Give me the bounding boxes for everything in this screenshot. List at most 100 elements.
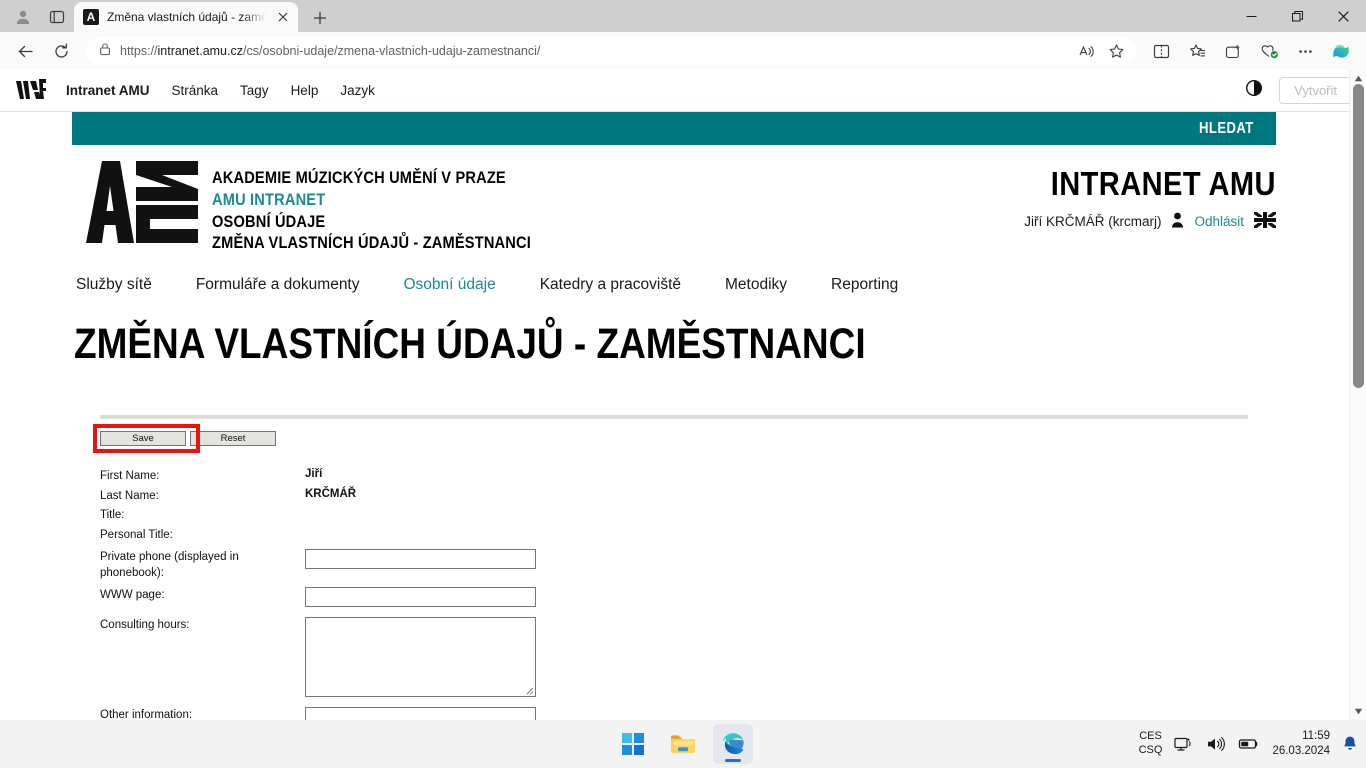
header-right: INTRANET AMU Jiří KRČMÁŘ (krcmarj) Odhlá… [1020, 159, 1366, 231]
wdf-logo[interactable] [10, 76, 54, 106]
star-icon[interactable] [1102, 38, 1130, 64]
form-row: Private phone (displayed in phonebook): [100, 549, 1366, 581]
admin-bar: Intranet AMU Stránka Tagy Help Jazyk Vyt… [0, 70, 1366, 112]
brand-text: AKADEMIE MÚZICKÝCH UMĚNÍ V PRAZE AMU INT… [212, 159, 583, 254]
reload-icon[interactable] [44, 36, 78, 66]
label-consulting-hours: Consulting hours: [100, 619, 190, 632]
clock[interactable]: 11:59 26.03.2024 [1272, 729, 1330, 759]
browser-tab[interactable]: A Změna vlastních údajů - zaměstn [74, 2, 298, 32]
battery-icon[interactable] [1238, 735, 1260, 753]
page-scrollbar[interactable] [1349, 70, 1366, 720]
nav-item-katedry-a-pracoviste[interactable]: Katedry a pracoviště [540, 276, 681, 294]
keyboard-language-indicator[interactable]: CES CSQ [1139, 730, 1163, 758]
close-window-icon[interactable] [1320, 0, 1366, 32]
admin-item-intranet-amu[interactable]: Intranet AMU [66, 83, 150, 98]
consulting-hours-textarea[interactable] [305, 617, 536, 698]
lock-icon[interactable] [98, 42, 112, 61]
clock-time: 11:59 [1302, 730, 1330, 743]
value-first-name: Jiří [305, 468, 323, 480]
user-icon [1171, 212, 1184, 231]
scrollbar-thumb[interactable] [1353, 84, 1364, 388]
contrast-toggle-icon[interactable] [1245, 79, 1263, 102]
lang-top: CES [1139, 730, 1162, 743]
url-text: https://intranet.amu.cz/cs/osobni-udaje/… [120, 44, 541, 58]
lang-bottom: CSQ [1138, 744, 1163, 756]
notification-bell-icon[interactable] [1342, 735, 1358, 753]
label-last-name: Last Name: [100, 489, 159, 502]
new-tab-icon[interactable] [304, 4, 336, 32]
brand-line-2: AMU INTRANET [212, 189, 326, 209]
close-tab-icon[interactable] [274, 8, 292, 26]
page-content: AKADEMIE MÚZICKÝCH UMĚNÍ V PRAZE AMU INT… [0, 145, 1366, 720]
volume-icon[interactable] [1206, 735, 1226, 753]
search-label: HLEDAT [1199, 119, 1254, 137]
value-last-name: KRČMÁŘ [305, 487, 357, 500]
tab-strip: A Změna vlastních údajů - zaměstn [0, 0, 1366, 32]
reset-button[interactable]: Reset [190, 431, 276, 446]
file-explorer-icon[interactable] [663, 724, 703, 764]
amu-logo [74, 159, 198, 245]
form-section: Save Reset First Name: Jiří Last Name: K… [74, 415, 1366, 720]
network-icon[interactable] [1174, 735, 1194, 753]
form-button-row: Save Reset [93, 424, 1366, 453]
edge-browser-icon[interactable] [713, 724, 753, 764]
admin-item-stranka[interactable]: Stránka [172, 83, 219, 98]
more-options-icon[interactable] [1288, 36, 1322, 66]
split-screen-icon[interactable] [1144, 36, 1178, 66]
brand-row: AKADEMIE MÚZICKÝCH UMĚNÍ V PRAZE AMU INT… [74, 145, 1366, 254]
admin-item-help[interactable]: Help [291, 83, 319, 98]
logout-link[interactable]: Odhlásit [1194, 214, 1244, 229]
browser-window: A Změna vlastních údajů - zaměstn [0, 0, 1366, 720]
user-name: Jiří KRČMÁŘ (krcmarj) [1024, 214, 1162, 229]
window-controls [1228, 0, 1366, 32]
form-row: First Name: Jiří [100, 468, 1366, 485]
private-phone-input[interactable] [305, 549, 536, 570]
clock-date: 26.03.2024 [1272, 745, 1330, 757]
create-button[interactable]: Vytvořit [1279, 77, 1352, 104]
windows-start-icon[interactable] [613, 724, 653, 764]
form-row: Title: [100, 507, 1366, 524]
scroll-down-arrow-icon[interactable] [1350, 703, 1366, 720]
brand-line-3: OSOBNÍ ÚDAJE [212, 211, 326, 231]
tab-search-icon[interactable] [40, 2, 74, 32]
tab-title: Změna vlastních údajů - zaměstn [107, 10, 266, 24]
admin-item-jazyk[interactable]: Jazyk [340, 83, 375, 98]
save-button-highlight [93, 424, 200, 453]
minimize-icon[interactable] [1228, 0, 1274, 32]
form-row: Last Name: KRČMÁŘ [100, 488, 1366, 505]
label-personal-title: Personal Title: [100, 528, 173, 541]
page-viewport: Intranet AMU Stránka Tagy Help Jazyk Vyt… [0, 70, 1366, 720]
form-row: WWW page: [100, 587, 1366, 608]
admin-bar-items: Intranet AMU Stránka Tagy Help Jazyk [66, 83, 375, 98]
divider [100, 415, 1248, 419]
other-information-input[interactable] [305, 707, 536, 720]
copilot-icon[interactable] [1324, 36, 1358, 66]
profile-icon[interactable] [6, 2, 40, 32]
omnibox-actions [1072, 38, 1130, 64]
user-line: Jiří KRČMÁŘ (krcmarj) Odhlásit [1020, 210, 1277, 231]
browser-essentials-icon[interactable] [1252, 36, 1286, 66]
nav-item-formulare-a-dokumenty[interactable]: Formuláře a dokumenty [196, 276, 360, 294]
nav-item-sluzby-site[interactable]: Služby sítě [76, 276, 152, 294]
nav-item-reporting[interactable]: Reporting [831, 276, 898, 294]
admin-item-tagy[interactable]: Tagy [240, 83, 269, 98]
form-row: Personal Title: [100, 527, 1366, 544]
nav-item-metodiky[interactable]: Metodiky [725, 276, 787, 294]
nav-item-osobni-udaje[interactable]: Osobní údaje [404, 276, 496, 294]
collections-icon[interactable] [1216, 36, 1250, 66]
label-title: Title: [100, 509, 125, 522]
search-bar[interactable]: HLEDAT [72, 112, 1276, 145]
label-private-phone: Private phone (displayed in phonebook): [100, 551, 239, 579]
main-navigation: Služby sítě Formuláře a dokumenty Osobní… [74, 254, 1366, 294]
intranet-title: INTRANET AMU [1050, 165, 1276, 202]
address-bar[interactable]: https://intranet.amu.cz/cs/osobni-udaje/… [86, 37, 1136, 65]
brand-line-1: AKADEMIE MÚZICKÝCH UMĚNÍ V PRAZE [212, 168, 506, 187]
navigation-toolbar: https://intranet.amu.cz/cs/osobni-udaje/… [0, 32, 1366, 70]
back-arrow-icon[interactable] [8, 36, 42, 66]
favorites-icon[interactable] [1180, 36, 1214, 66]
resize-grip-icon[interactable] [524, 685, 534, 695]
restore-icon[interactable] [1274, 0, 1320, 32]
uk-flag-icon[interactable] [1253, 210, 1277, 231]
read-aloud-icon[interactable] [1072, 38, 1100, 64]
www-page-input[interactable] [305, 587, 536, 608]
